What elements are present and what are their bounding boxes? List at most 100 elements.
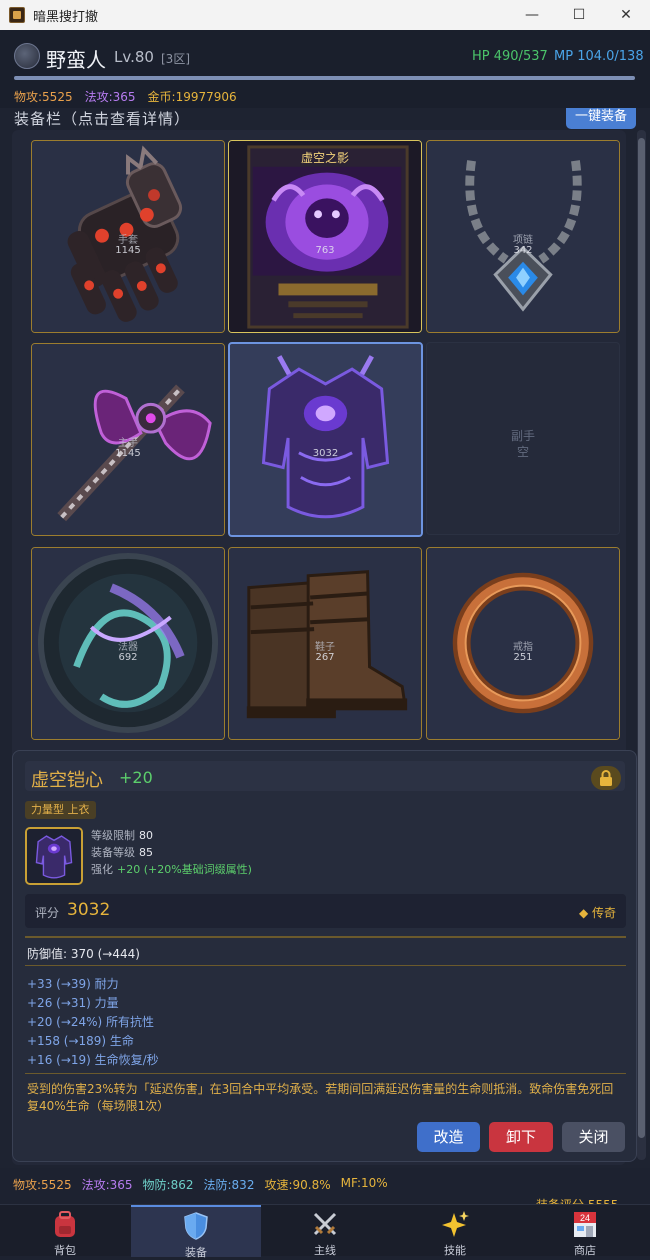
item-level-label: 装备等级	[91, 846, 135, 859]
item-enhance-level: +20	[119, 768, 153, 787]
void-shadow-card-icon	[229, 141, 421, 332]
mp-readout: MP 104.0/138	[554, 49, 644, 64]
scrollbar-thumb[interactable]	[638, 138, 645, 1138]
exp-bar-fill	[14, 76, 635, 80]
stat-atk: 物攻:5525	[13, 1178, 72, 1192]
slot-main-hand[interactable]: 主手 1145	[31, 343, 225, 536]
slot-chest[interactable]: 3032	[228, 342, 423, 537]
svg-text:24: 24	[580, 1213, 590, 1223]
item-detail-panel: 虚空铠心 +20 力量型 上衣 等级限制 80 装备等级 85 强化 +20 (+20…	[12, 750, 637, 1162]
stat-matk: 法攻:365	[81, 1178, 133, 1192]
slot-boots[interactable]: 鞋子 267	[228, 547, 422, 740]
avatar[interactable]	[14, 43, 40, 69]
window-title: 暗黑搜打撤	[33, 9, 99, 25]
slot-name: 主手	[118, 438, 138, 449]
shield-icon	[184, 1212, 208, 1240]
defense-value: 防御值: 370 (→444)	[27, 947, 140, 961]
affix-line: +33 (→39) 耐力	[27, 977, 119, 991]
window-titlebar: 暗黑搜打撤 — ☐ ✕	[0, 0, 650, 30]
slot-name: 副手	[510, 429, 535, 443]
top-stats: 物攻:5525 法攻:365 金币:19977906	[14, 88, 237, 105]
affix-line: +16 (→19) 生命恢复/秒	[27, 1053, 159, 1067]
slot-score: 267	[315, 652, 335, 663]
slot-score: 3032	[312, 448, 339, 459]
item-info: 等级限制 80 装备等级 85 强化 +20 (+20%基础词缀属性)	[91, 827, 252, 878]
affix-line: +158 (→189) 生命	[27, 1034, 134, 1048]
reforge-button[interactable]: 改造	[417, 1122, 480, 1152]
score-value: 3032	[67, 900, 111, 920]
bottom-tab-bar: 背包 装备 主线 技能 24 商店	[0, 1204, 650, 1259]
scrollbar[interactable]	[637, 130, 646, 1160]
stat-def: 物防:862	[142, 1178, 194, 1192]
close-window-icon[interactable]: ✕	[603, 0, 649, 30]
slot-off-hand[interactable]: 副手 空	[426, 342, 620, 535]
tab-label: 装备	[185, 1246, 207, 1259]
divider	[25, 936, 626, 938]
slot-score: 342	[513, 245, 533, 256]
unequip-button[interactable]: 卸下	[489, 1122, 553, 1152]
tab-backpack[interactable]: 背包	[0, 1205, 130, 1257]
level-req-label: 等级限制	[91, 829, 135, 842]
stat-mdef: 法防:832	[203, 1178, 255, 1192]
tab-shop[interactable]: 24 商店	[520, 1205, 650, 1257]
sparkles-icon	[442, 1211, 469, 1237]
stat-atk: 物攻:5525	[14, 90, 73, 104]
chest-armor-icon	[230, 344, 421, 535]
maximize-icon[interactable]: ☐	[556, 0, 602, 30]
passive-effect: 受到的伤害23%转为「延迟伤害」在3回合中平均承受。若期间回满延迟伤害量的生命则…	[27, 1082, 614, 1113]
character-zone: [3区]	[161, 52, 190, 66]
backpack-icon	[55, 1211, 75, 1237]
enhance-label: 强化	[91, 863, 113, 876]
item-thumbnail	[25, 827, 83, 885]
hp-readout: HP 490/537	[472, 49, 548, 64]
stat-mf: MF:10%	[340, 1176, 388, 1190]
slot-gloves[interactable]: 手套 1145	[31, 140, 225, 333]
character-level: Lv.80	[114, 48, 154, 66]
stat-matk: 法攻:365	[84, 90, 136, 104]
slot-empty-label: 空	[516, 445, 529, 459]
slot-name: 鞋子	[315, 642, 335, 653]
character-header: 野蛮人 Lv.80 [3区] HP 490/537 MP 104.0/138 物…	[0, 30, 650, 108]
affix-line: +20 (→24%) 所有抗性	[27, 1015, 155, 1029]
slot-focus[interactable]: 法器 692	[31, 547, 225, 740]
store-24-icon: 24	[574, 1212, 596, 1237]
score-label: 评分	[35, 906, 60, 920]
lock-icon	[600, 770, 612, 786]
divider	[25, 965, 626, 966]
tab-equipment[interactable]: 装备	[131, 1205, 261, 1259]
peek-text: 装备评分 5555	[536, 1196, 618, 1204]
one-key-equip-button[interactable]: 一键装备	[566, 108, 636, 129]
rarity-badge: ◆ 传奇	[578, 906, 616, 920]
affix-list: +33 (→39) 耐力 +26 (→31) 力量 +20 (→24%) 所有抗…	[27, 975, 159, 1070]
equip-section-title: 装备栏（点击查看详情）	[14, 110, 191, 128]
close-button[interactable]: 关闭	[562, 1122, 625, 1152]
card-title: 虚空之影	[300, 151, 349, 165]
slot-score: 763	[315, 245, 335, 256]
bottom-stats: 物攻:5525 法攻:365 物防:862 法防:832 攻速:90.8% MF…	[13, 1176, 388, 1193]
item-level-value: 85	[139, 846, 153, 859]
crossed-swords-icon	[313, 1212, 337, 1236]
item-type-tag: 力量型 上衣	[25, 801, 96, 819]
slot-score: 692	[118, 652, 138, 663]
slot-necklace[interactable]: 项链 342	[426, 140, 620, 333]
item-name: 虚空铠心	[31, 770, 103, 791]
slot-name: 法器	[118, 642, 138, 653]
slot-void-shadow[interactable]: 虚空之影 763	[228, 140, 422, 333]
stat-gold: 金币:19977906	[147, 90, 237, 104]
divider	[25, 1073, 626, 1074]
app-icon	[9, 7, 25, 23]
tab-main-quest[interactable]: 主线	[260, 1205, 390, 1257]
slot-score: 1145	[115, 448, 141, 459]
slot-score: 251	[513, 652, 533, 663]
chest-armor-icon	[27, 829, 81, 883]
character-name: 野蛮人	[46, 48, 106, 72]
stat-attack-speed: 攻速:90.8%	[264, 1178, 331, 1192]
slot-ring[interactable]: 戒指 251	[426, 547, 620, 740]
minimize-icon[interactable]: —	[509, 0, 555, 30]
tab-skills[interactable]: 技能	[390, 1205, 520, 1257]
level-req-value: 80	[139, 829, 153, 842]
enhance-value: +20 (+20%基础词缀属性)	[117, 863, 252, 876]
slot-name: 手套	[118, 235, 138, 246]
affix-line: +26 (→31) 力量	[27, 996, 119, 1010]
lock-button[interactable]	[591, 766, 621, 790]
